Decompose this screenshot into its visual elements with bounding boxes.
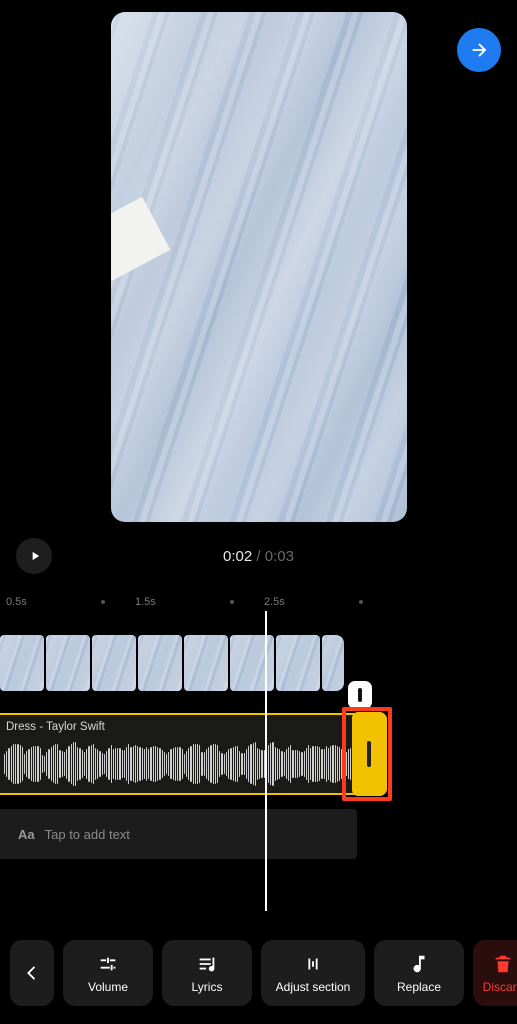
volume-button[interactable]: Volume (63, 940, 153, 1006)
adjust-label: Adjust section (276, 981, 351, 993)
ruler-tick: 1.5s (135, 596, 200, 608)
clip-thumb[interactable] (92, 635, 136, 691)
clip-thumb[interactable] (138, 635, 182, 691)
lyrics-button[interactable]: Lyrics (162, 940, 252, 1006)
lyrics-label: Lyrics (192, 981, 223, 993)
audio-title: Dress - Taylor Swift (6, 721, 105, 733)
text-icon: Aa (18, 827, 35, 842)
trash-icon (492, 953, 514, 975)
add-text-layer[interactable]: Aa Tap to add text (0, 809, 357, 859)
volume-label: Volume (88, 981, 128, 993)
time-current: 0:02 (223, 548, 252, 565)
back-button[interactable] (10, 940, 54, 1006)
ruler-dot (230, 600, 234, 604)
adjust-section-button[interactable]: Adjust section (261, 940, 365, 1006)
transport-row: 0:02 / 0:03 (0, 531, 517, 581)
adjust-icon (302, 953, 324, 975)
add-text-placeholder: Tap to add text (45, 827, 130, 842)
ruler-tick: 0.5s (6, 596, 71, 608)
discard-label: Discard (483, 981, 517, 993)
ruler-dot (101, 600, 105, 604)
video-preview[interactable] (111, 12, 407, 522)
audio-trim-handle-right[interactable] (352, 712, 386, 796)
transition-icon (358, 688, 362, 702)
preview-area (0, 0, 517, 525)
video-clip-track[interactable] (0, 635, 517, 691)
clip-thumb[interactable] (230, 635, 274, 691)
transition-button[interactable] (348, 681, 372, 709)
discard-button[interactable]: Discard (473, 940, 517, 1006)
replace-label: Replace (397, 981, 441, 993)
time-separator: / (252, 548, 265, 565)
timeline-ruler: 0.5s 1.5s 2.5s (0, 581, 517, 611)
time-display: 0:02 / 0:03 (16, 548, 501, 565)
audio-clip[interactable]: Dress - Taylor Swift (0, 713, 387, 795)
playhead[interactable] (265, 611, 267, 911)
sliders-icon (97, 953, 119, 975)
grip-icon (367, 741, 371, 767)
replace-button[interactable]: Replace (374, 940, 464, 1006)
arrow-right-icon (468, 39, 490, 61)
clip-thumb[interactable] (184, 635, 228, 691)
clip-thumb[interactable] (46, 635, 90, 691)
music-note-icon (408, 953, 430, 975)
bottom-toolbar: Volume Lyrics Adjust section Replace Dis… (0, 928, 517, 1024)
ruler-dot (359, 600, 363, 604)
lyrics-icon (196, 953, 218, 975)
clip-thumb[interactable] (0, 635, 44, 691)
audio-waveform (0, 741, 385, 787)
next-button[interactable] (457, 28, 501, 72)
ruler-tick: 2.5s (264, 596, 329, 608)
clip-thumb[interactable] (276, 635, 320, 691)
time-total: 0:03 (265, 548, 294, 565)
clip-thumb[interactable] (322, 635, 344, 691)
chevron-left-icon (21, 962, 43, 984)
timeline[interactable]: Dress - Taylor Swift Aa Tap to add text (0, 611, 517, 911)
